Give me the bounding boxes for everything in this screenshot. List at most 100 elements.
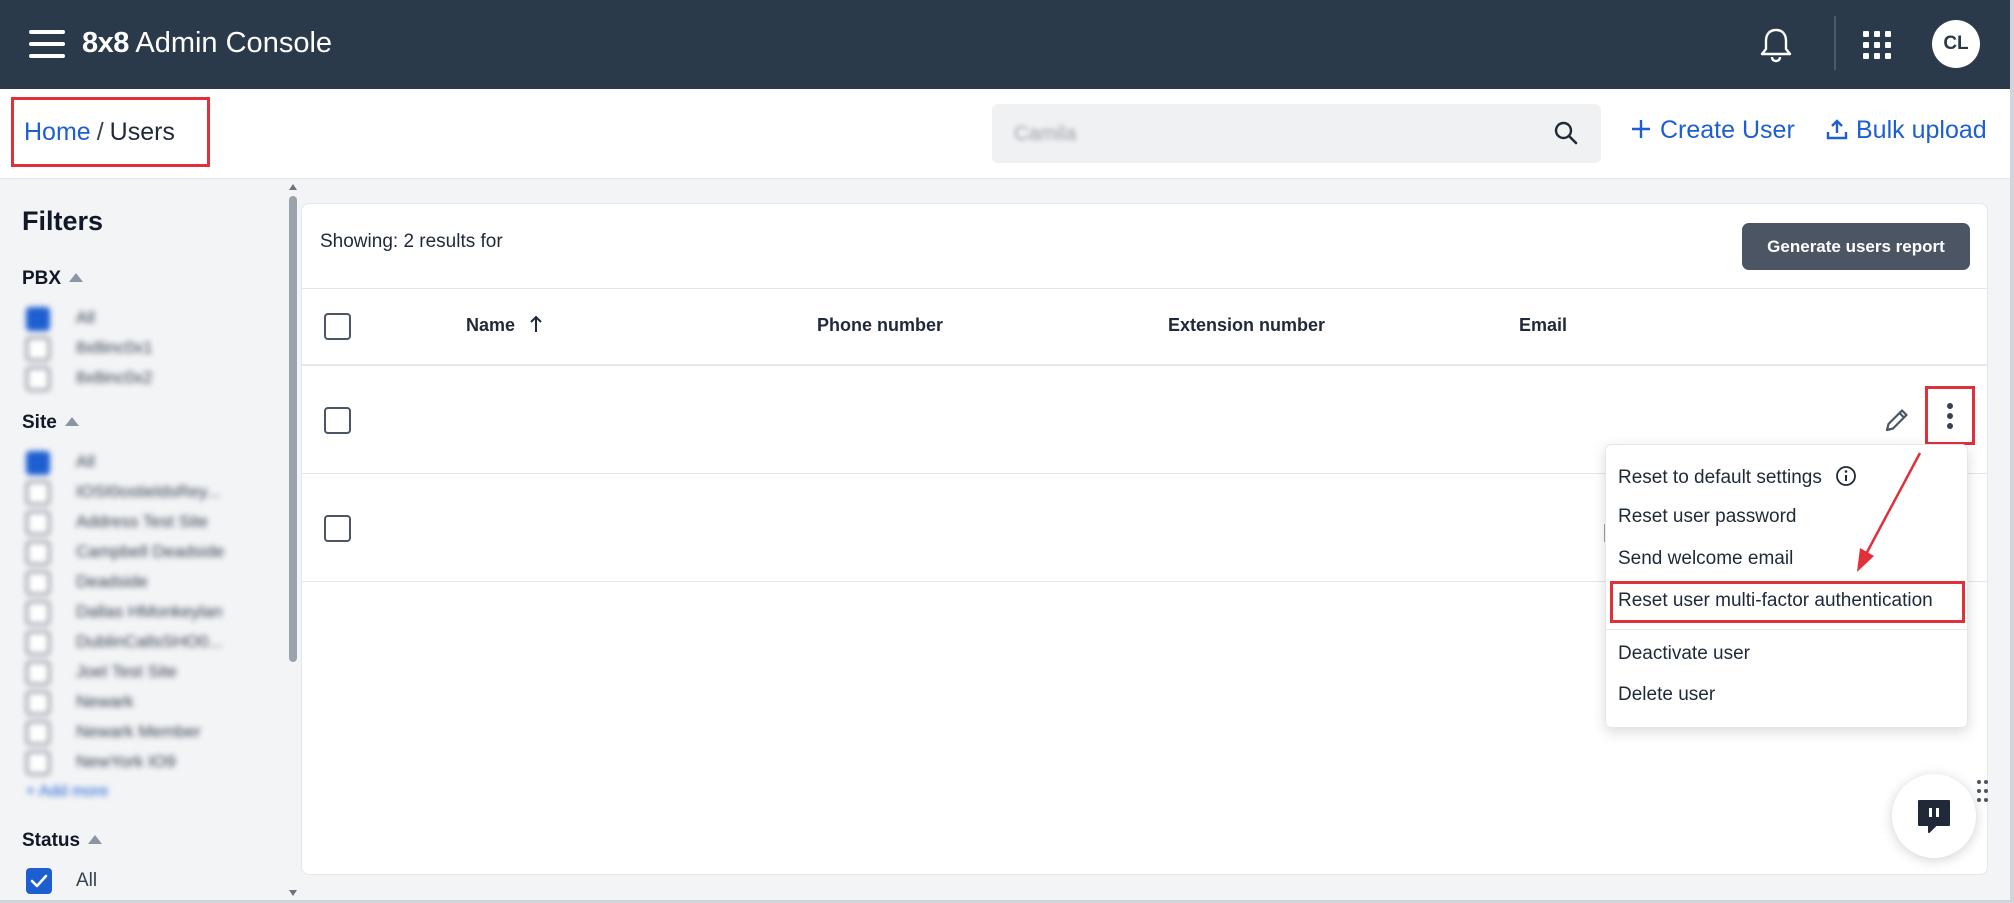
generate-users-report-button[interactable]: Generate users report [1742,223,1970,270]
chat-icon [1918,800,1950,833]
filter-option-label: All [76,308,95,327]
user-avatar[interactable]: CL [1932,20,1980,68]
filter-option[interactable]: Joel Test Site [26,660,266,686]
filter-option-label: 8x8inc0x2 [76,368,153,387]
sidebar-scrollbar[interactable] [286,180,300,900]
status-all-label: All [76,870,98,891]
menu-item-reset-mfa[interactable]: Reset user multi-factor authentication [1618,590,1933,612]
add-more-sites-link[interactable]: + Add more [26,783,108,801]
checkbox[interactable] [26,691,50,715]
filter-option-label: Joel Test Site [76,662,177,681]
page-subheader: Home/Users Create User Bulk upload [0,89,2010,179]
checkbox[interactable] [26,631,50,655]
filters-title: Filters [22,206,104,236]
row-checkbox[interactable] [324,515,351,542]
create-user-label: Create User [1660,116,1795,144]
filter-group-site[interactable]: Site [22,412,79,434]
scroll-thumb[interactable] [289,196,297,662]
search-input[interactable] [1014,120,1514,148]
filter-group-status-label: Status [22,830,81,851]
menu-item-reset-default-settings[interactable]: Reset to default settings [1618,465,1857,489]
search-icon[interactable] [1553,120,1579,146]
drag-handle-icon[interactable] [1977,780,1989,804]
table-header: Name Phone number Extension number Email [302,288,1987,366]
bell-icon[interactable] [1758,26,1794,64]
checkbox[interactable] [26,307,50,331]
filter-option[interactable]: DublinCallsSHO0... [26,630,266,656]
menu-item-deactivate-user[interactable]: Deactivate user [1618,643,1750,665]
checkbox[interactable] [26,571,50,595]
menu-item-label: Reset to default settings [1618,467,1822,488]
filters-sidebar: Filters PBX All 8x8inc0x1 8x8inc0x2 Site… [0,180,285,900]
filter-option[interactable]: Newark [26,690,266,716]
status-all-checkbox[interactable] [26,868,52,894]
brand-logo: 8x8 [82,27,129,59]
filter-option-label: Campbell Deadside [76,542,225,561]
filter-option-label: Dallas HMonkeylan [76,602,223,621]
filter-option-label: NewYork IO9 [76,752,176,771]
filter-option-label: DublinCallsSHO0... [76,632,223,651]
checkbox[interactable] [26,367,50,391]
filter-option[interactable]: Dallas HMonkeylan [26,600,266,626]
checkbox[interactable] [26,661,50,685]
checkbox[interactable] [26,721,50,745]
scroll-up-arrow[interactable] [289,184,297,190]
filter-option[interactable]: All [26,450,266,476]
menu-item-send-welcome-email[interactable]: Send welcome email [1618,548,1793,570]
create-user-button[interactable]: Create User [1630,116,1795,145]
filter-option-label: 8x8inc0x1 [76,338,153,357]
filter-group-pbx-label: PBX [22,268,62,289]
checkbox[interactable] [26,541,50,565]
checkbox[interactable] [26,451,50,475]
checkbox[interactable] [26,337,50,361]
checkbox[interactable] [26,601,50,625]
filter-option[interactable]: IOSI0ostieldsRey... [26,480,266,506]
bulk-upload-button[interactable]: Bulk upload [1826,116,1987,145]
chat-widget-button[interactable] [1892,774,1976,858]
menu-item-delete-user[interactable]: Delete user [1618,684,1715,706]
checkbox[interactable] [26,751,50,775]
column-header-extension[interactable]: Extension number [1168,315,1325,336]
header-divider [1834,16,1836,70]
filter-option[interactable]: 8x8inc0x2 [26,366,266,392]
column-header-email[interactable]: Email [1519,315,1567,336]
filter-option-label: Deadside [76,572,148,591]
menu-item-reset-password[interactable]: Reset user password [1618,506,1796,528]
filter-option-label: Newark [76,692,134,711]
scroll-down-arrow[interactable] [289,890,297,896]
breadcrumb-current: Users [109,118,175,146]
info-icon[interactable] [1835,465,1857,487]
top-navigation-bar: 8x8 Admin Console CL [0,0,2010,89]
filter-option[interactable]: 8x8inc0x1 [26,336,266,362]
pencil-icon[interactable] [1882,405,1912,435]
breadcrumb: Home / Users [11,97,210,167]
apps-grid-icon[interactable] [1863,31,1891,59]
hamburger-menu-icon[interactable] [29,30,65,58]
bulk-upload-label: Bulk upload [1856,116,1987,144]
column-header-name[interactable]: Name [466,315,542,336]
filter-option[interactable]: Campbell Deadside [26,540,266,566]
row-checkbox[interactable] [324,407,351,434]
upload-icon [1826,119,1848,140]
filter-option-label: IOSI0ostieldsRey... [76,482,221,501]
checkbox[interactable] [26,511,50,535]
breadcrumb-home-link[interactable]: Home [24,118,91,146]
checkbox[interactable] [26,481,50,505]
filter-group-pbx[interactable]: PBX [22,268,84,290]
column-header-phone[interactable]: Phone number [817,315,943,336]
filter-option-label: Newark Member [76,722,201,741]
app-brand[interactable]: 8x8 Admin Console [82,26,332,60]
filter-option[interactable]: Newark Member [26,720,266,746]
caret-up-icon [64,417,79,426]
select-all-checkbox[interactable] [324,313,351,340]
breadcrumb-separator: / [96,118,104,146]
filter-option[interactable]: NewYork IO9 [26,750,266,776]
search-box [992,104,1601,163]
filter-option-label: All [76,452,95,471]
filter-option[interactable]: Address Test Site [26,510,266,536]
filter-option[interactable]: Deadside [26,570,266,596]
filter-option[interactable]: All [26,306,266,332]
row-actions-kebab-icon[interactable] [1925,386,1975,445]
filter-group-site-label: Site [22,412,57,433]
filter-group-status[interactable]: Status [22,830,103,852]
